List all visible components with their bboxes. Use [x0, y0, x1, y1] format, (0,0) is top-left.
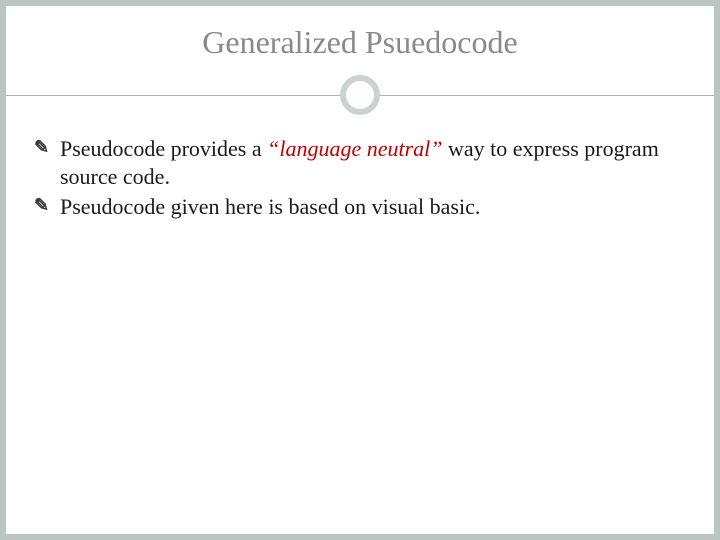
list-item: ✎ Pseudocode given here is based on visu…	[34, 193, 686, 221]
bullet-icon: ✎	[34, 138, 49, 156]
bullet-text-pre: Pseudocode given here is based on visual…	[60, 194, 480, 219]
bullet-icon: ✎	[34, 196, 49, 214]
title-area: Generalized Psuedocode	[6, 6, 714, 75]
slide: Generalized Psuedocode ✎ Pseudocode prov…	[0, 0, 720, 540]
ring-decoration-icon	[340, 75, 380, 115]
content-area: ✎ Pseudocode provides a “language neutra…	[6, 115, 714, 221]
slide-title: Generalized Psuedocode	[6, 24, 714, 75]
bullet-text-emph: “language neutral”	[267, 136, 448, 161]
list-item: ✎ Pseudocode provides a “language neutra…	[34, 135, 686, 191]
bullet-text-pre: Pseudocode provides a	[60, 136, 267, 161]
title-separator	[6, 75, 714, 115]
